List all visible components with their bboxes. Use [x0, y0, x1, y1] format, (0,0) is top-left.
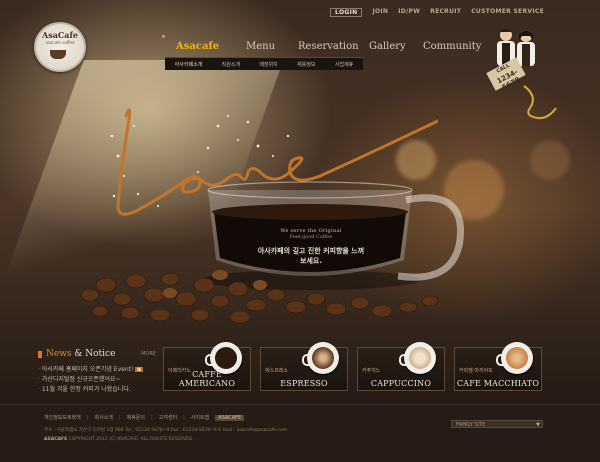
- news-marker: [38, 350, 42, 358]
- asacafe-logo[interactable]: AsaCafe asacafe coffee: [34, 22, 86, 72]
- logo-subtext: asacafe coffee: [45, 40, 75, 45]
- gold-ribbon-icon: [523, 85, 557, 120]
- coffee-surface: [506, 347, 528, 369]
- footer-link-about[interactable]: 회사소개: [95, 414, 113, 421]
- footer-link-support[interactable]: 고객센터: [159, 414, 177, 421]
- news-title-rest: & Notice: [71, 349, 116, 359]
- tagline-line-2: Feel-good Coffee: [289, 234, 333, 240]
- news-item-text: 11월 겨울 한정 커피가 나왔습니다.: [41, 386, 131, 393]
- footer-link-partnership[interactable]: 제휴문의: [127, 414, 145, 421]
- menu-card-kr: 에스프레소: [265, 368, 289, 374]
- customer-service-link[interactable]: CUSTOMER SERVICE: [471, 8, 544, 17]
- news-item-text: 아사카페 홈페이지 오픈기념 Event!: [41, 366, 134, 373]
- login-link[interactable]: LOGIN: [330, 8, 363, 17]
- subnav-location[interactable]: 매장위치: [259, 61, 277, 68]
- top-links: LOGIN JOIN ID/PW RECRUIT CUSTOMER SERVIC…: [330, 8, 544, 17]
- news-item[interactable]: 가산디지털점 신규오픈했어요~: [38, 375, 156, 385]
- menu-card-en: CAFE MACCHIATO: [456, 379, 540, 388]
- news-list: 아사카페 홈페이지 오픈기념 Event!N 가산디지털점 신규오픈했어요~ 1…: [38, 365, 156, 395]
- subnav-recruit[interactable]: 채용정보: [297, 61, 315, 68]
- subnav-partnership[interactable]: 사업제휴: [335, 61, 353, 68]
- subnav-staff[interactable]: 직원소개: [222, 61, 240, 68]
- footer-badge: ASACAFE: [215, 414, 245, 421]
- chevron-down-icon: ▼: [536, 422, 540, 428]
- nav-dot: [162, 35, 165, 38]
- footer-address: 주소 : 서울특별시 가산구 디지털 1길 000 Tel : 01234-56…: [44, 428, 288, 433]
- nav-asacafe[interactable]: Asacafe: [176, 41, 219, 52]
- coffee-surface: [312, 347, 334, 369]
- news-item-text: 가산디지털점 신규오픈했어요~: [41, 376, 121, 383]
- cappuccino-cup-icon: [399, 342, 436, 374]
- bokeh-light: [530, 140, 570, 180]
- nav-gallery[interactable]: Gallery: [369, 41, 406, 52]
- join-link[interactable]: JOIN: [372, 8, 388, 17]
- nav-reservation[interactable]: Reservation: [298, 41, 359, 52]
- copyright-brand: ASACAFE: [44, 437, 68, 442]
- news-title: News & Notice: [46, 349, 115, 359]
- footer-copyright: ASACAFE COPYRIGHT 2012 (C) ASACAFE. ALL …: [44, 437, 194, 442]
- nav-menu[interactable]: Menu: [246, 41, 275, 52]
- menu-card-kr: 카라멜 마끼아또: [459, 368, 493, 374]
- footer: 개인정보보호정책 | 회사소개 | 제휴문의 | 고객센터 | 사이트맵 ASACAFE…: [0, 404, 600, 462]
- news-item[interactable]: 아사카페 홈페이지 오픈기념 Event!N: [38, 365, 156, 375]
- recruit-link[interactable]: RECRUIT: [430, 8, 461, 17]
- copyright-text: COPYRIGHT 2012 (C) ASACAFE. ALL RIGHTS R…: [68, 437, 194, 442]
- news-title-prefix: News: [46, 349, 72, 359]
- menu-card-en: CAFFE AMERICANO: [178, 370, 236, 388]
- idpw-link[interactable]: ID/PW: [398, 8, 420, 17]
- menu-card-kr: 카푸치노: [362, 368, 381, 374]
- menu-card-cappuccino[interactable]: 카푸치노 CAPPUCCINO: [357, 342, 445, 391]
- subnav-about[interactable]: 아사카페소개: [175, 61, 203, 68]
- footer-links: 개인정보보호정책 | 회사소개 | 제휴문의 | 고객센터 | 사이트맵 ASACAFE: [44, 414, 245, 421]
- family-site-select[interactable]: FAMILY SITE ▼: [451, 420, 543, 428]
- logo-cup-icon: [50, 50, 66, 59]
- macchiato-cup-icon: [496, 342, 533, 374]
- menu-card-en: ESPRESSO: [280, 379, 328, 388]
- logo-text: AsaCafe: [42, 30, 78, 40]
- menu-card-espresso[interactable]: 에스프레소 ESPRESSO: [260, 342, 348, 391]
- news-notice: News & Notice MORE 아사카페 홈페이지 오픈기념 Event!…: [38, 349, 156, 395]
- sub-nav: 아사카페소개 직원소개 매장위치 채용정보 사업제휴: [165, 57, 363, 70]
- nav-community[interactable]: Community: [423, 41, 481, 52]
- menu-card-americano[interactable]: 아메리카노 CAFFE AMERICANO: [163, 342, 251, 391]
- coffee-surface: [215, 347, 237, 369]
- news-more-link[interactable]: MORE: [141, 351, 156, 357]
- footer-link-privacy[interactable]: 개인정보보호정책: [44, 414, 81, 421]
- coffee-surface: [409, 347, 431, 369]
- coffee-beans-image: [80, 270, 439, 324]
- news-item[interactable]: 11월 겨울 한정 커피가 나왔습니다.: [38, 385, 156, 395]
- family-site-label: FAMILY SITE: [456, 422, 486, 428]
- page: LOGIN JOIN ID/PW RECRUIT CUSTOMER SERVIC…: [0, 0, 600, 462]
- menu-card-macchiato[interactable]: 카라멜 마끼아또 CAFE MACCHIATO: [454, 342, 542, 391]
- footer-link-sitemap[interactable]: 사이트맵: [191, 414, 209, 421]
- espresso-cup-icon: [302, 342, 339, 374]
- menu-card-en: CAPPUCCINO: [370, 379, 432, 388]
- new-badge: N: [135, 367, 143, 372]
